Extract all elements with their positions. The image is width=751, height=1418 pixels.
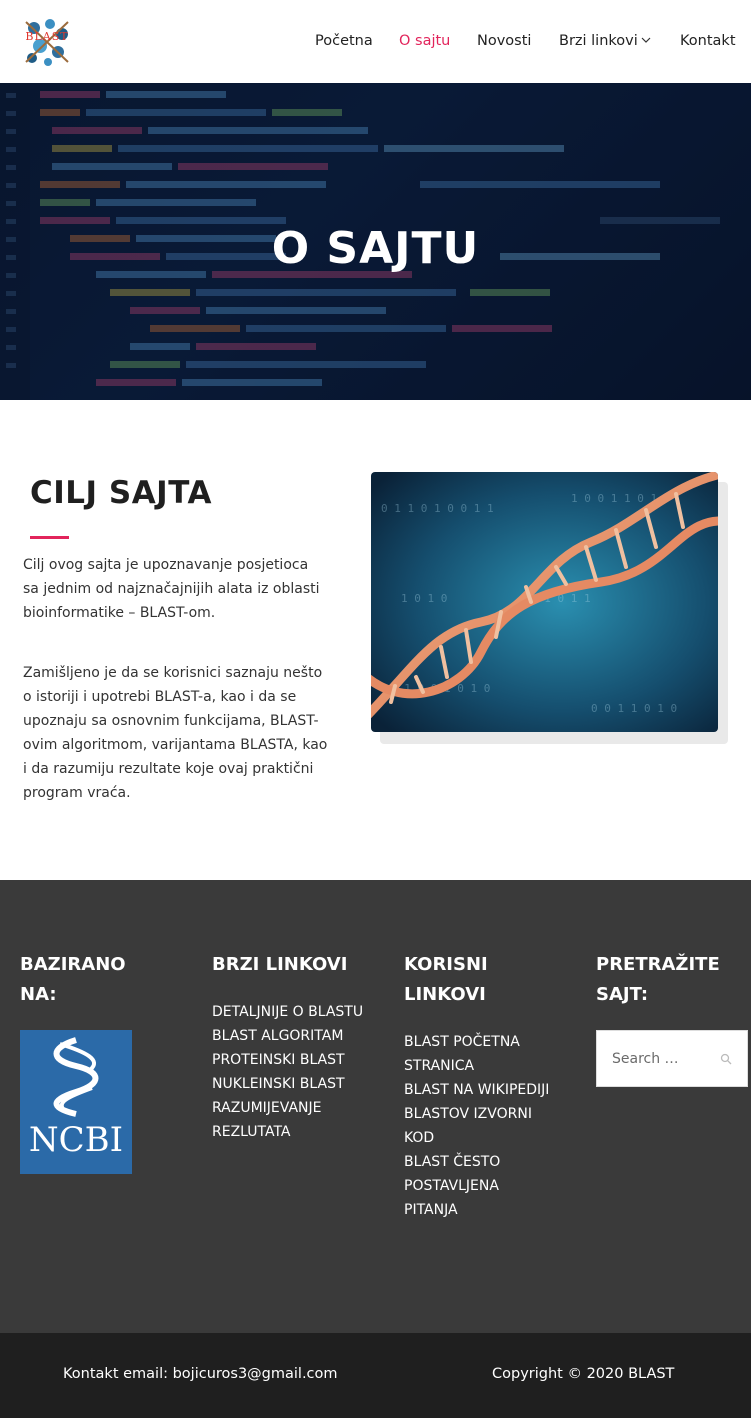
footer-title-line: KORISNI bbox=[404, 954, 488, 975]
nav-item-pocetna[interactable]: Početna bbox=[315, 33, 373, 49]
footer-link[interactable]: RAZUMIJEVANJE bbox=[212, 1096, 321, 1120]
footer-link[interactable]: BLAST ALGORITAM bbox=[212, 1024, 343, 1048]
chevron-down-icon[interactable] bbox=[641, 35, 651, 45]
footer-link[interactable]: PROTEINSKI BLAST bbox=[212, 1048, 345, 1072]
search-input[interactable] bbox=[597, 1031, 717, 1086]
contact-email: Kontakt email: bojicuros3@gmail.com bbox=[63, 1366, 338, 1382]
footer-link[interactable]: BLAST ČESTO bbox=[404, 1150, 500, 1174]
about-paragraph-1: Cilj ovog sajta je upoznavanje posjetioc… bbox=[23, 557, 320, 621]
title-underline-divider bbox=[30, 536, 69, 539]
footer-link[interactable]: PITANJA bbox=[404, 1198, 458, 1222]
main-nav: Početna O sajtu Novosti Brzi linkovi Kon… bbox=[0, 0, 751, 83]
svg-text:1 0 0 1 1 0 1: 1 0 0 1 1 0 1 bbox=[571, 492, 657, 505]
nav-item-novosti[interactable]: Novosti bbox=[477, 33, 531, 49]
footer-link[interactable]: STRANICA bbox=[404, 1054, 474, 1078]
dna-helix-illustration: 0 1 1 0 1 0 0 1 1 1 0 0 1 1 0 1 1 1 0 0 … bbox=[371, 472, 718, 732]
search-icon[interactable] bbox=[720, 1053, 732, 1065]
footer-title-brzi-linkovi: BRZI LINKOVI bbox=[212, 954, 348, 975]
ncbi-logo-text: NCBI bbox=[28, 1120, 124, 1160]
footer-link[interactable]: BLASTOV IZVORNI bbox=[404, 1102, 532, 1126]
dna-image: 0 1 1 0 1 0 0 1 1 1 0 0 1 1 0 1 1 1 0 0 … bbox=[371, 472, 718, 732]
footer-title-line: BAZIRANO bbox=[20, 954, 126, 975]
svg-text:0 1 1 0 1 0 0 1 1: 0 1 1 0 1 0 0 1 1 bbox=[381, 502, 494, 515]
nav-item-brzi-linkovi[interactable]: Brzi linkovi bbox=[559, 33, 638, 49]
footer-link[interactable]: KOD bbox=[404, 1126, 434, 1150]
footer-link[interactable]: REZLUTATA bbox=[212, 1120, 291, 1144]
svg-text:1 0 1 0: 1 0 1 0 bbox=[401, 592, 447, 605]
footer-title-line: LINKOVI bbox=[404, 984, 486, 1005]
footer-title-line: SAJT: bbox=[596, 984, 649, 1005]
footer-title-korisni-linkovi: KORISNI LINKOVI bbox=[404, 950, 488, 1010]
ncbi-logo[interactable]: NCBI bbox=[20, 1030, 132, 1174]
copyright-text: Copyright © 2020 BLAST bbox=[492, 1366, 675, 1382]
footer-title-bazirano: BAZIRANO NA: bbox=[20, 950, 126, 1010]
about-paragraph-2: Zamišljeno je da se korisnici saznaju ne… bbox=[23, 665, 328, 801]
footer-link[interactable]: POSTAVLJENA bbox=[404, 1174, 499, 1198]
footer-title-line: NA: bbox=[20, 984, 57, 1005]
nav-item-o-sajtu[interactable]: O sajtu bbox=[399, 33, 450, 49]
ncbi-helix-icon bbox=[53, 1037, 99, 1117]
page-title: O SAJTU bbox=[271, 223, 480, 274]
footer-link[interactable]: NUKLEINSKI BLAST bbox=[212, 1072, 345, 1096]
footer-title-line: PRETRAŽITE bbox=[596, 954, 720, 975]
site-header: BLAST Početna O sajtu Novosti Brzi linko… bbox=[0, 0, 751, 83]
hero-banner: O SAJTU bbox=[0, 83, 751, 400]
section-title: CILJ SAJTA bbox=[30, 475, 212, 511]
svg-text:0 0 1 1 0 1 0: 0 0 1 1 0 1 0 bbox=[591, 702, 677, 715]
nav-item-kontakt[interactable]: Kontakt bbox=[680, 33, 736, 49]
footer-link[interactable]: BLAST NA WIKIPEDIJI bbox=[404, 1078, 549, 1102]
footer-title-pretrazite: PRETRAŽITE SAJT: bbox=[596, 950, 720, 1010]
footer-link[interactable]: DETALJNIJE O BLASTU bbox=[212, 1000, 363, 1024]
footer-link[interactable]: BLAST POČETNA bbox=[404, 1030, 520, 1054]
